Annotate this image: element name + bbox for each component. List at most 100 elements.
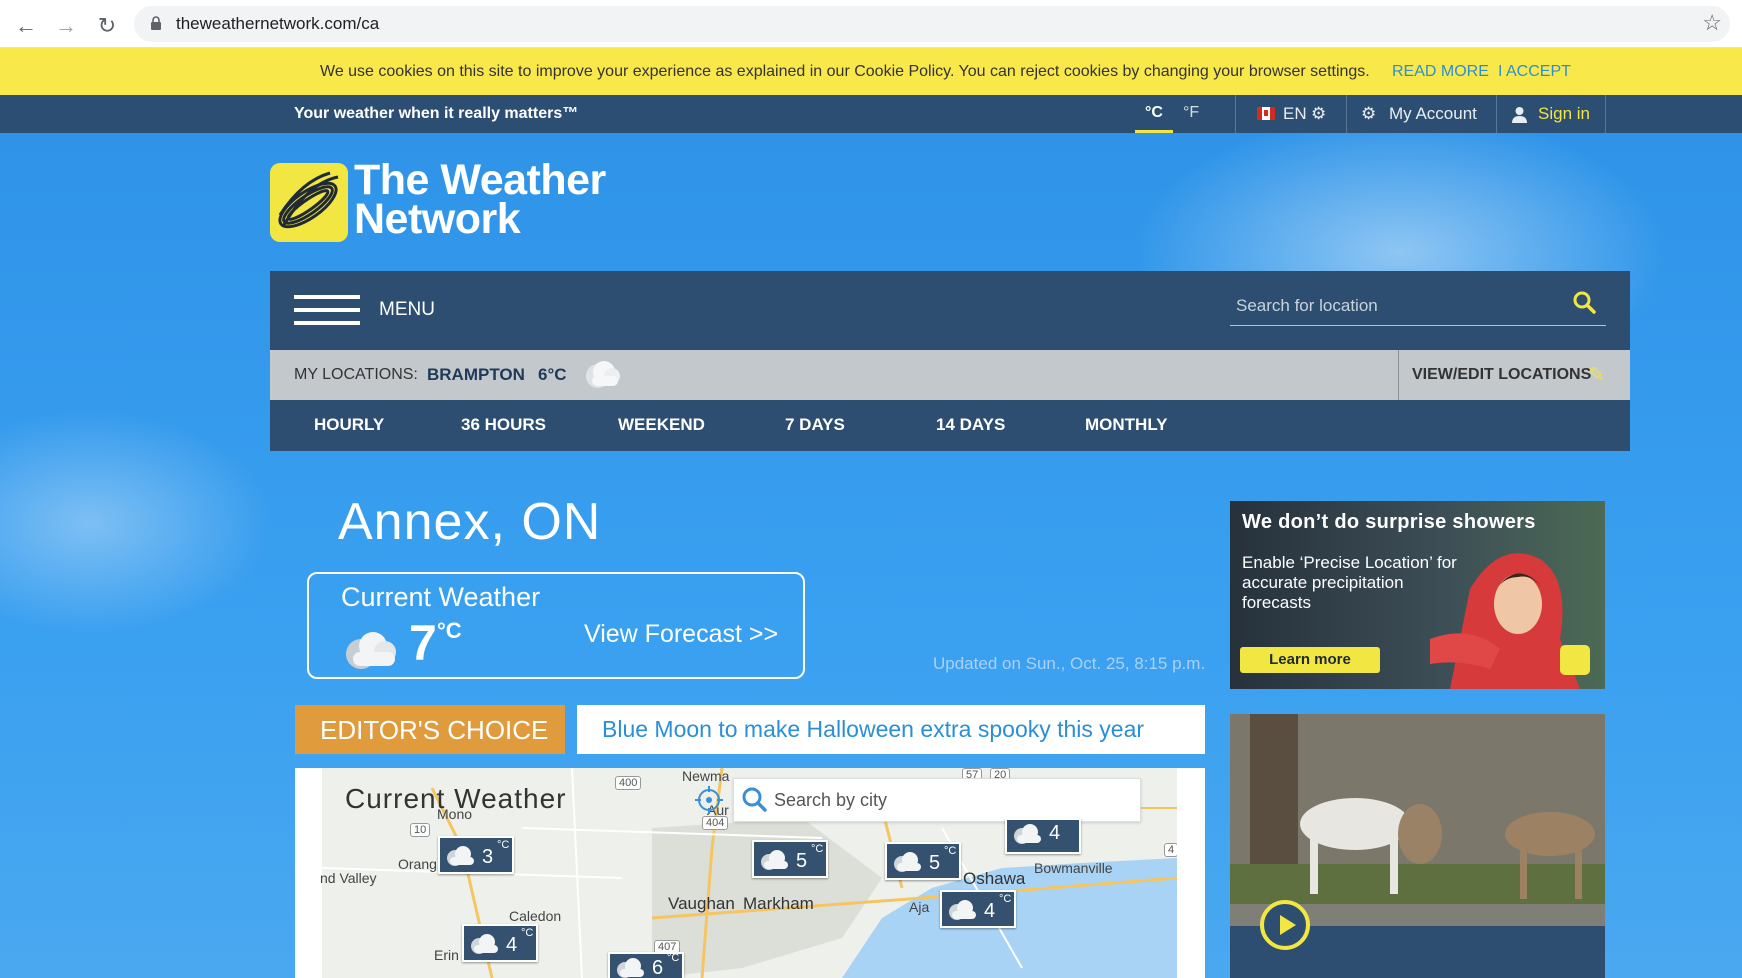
search-icon [742, 787, 767, 812]
unit-fahrenheit-toggle[interactable]: °F [1183, 104, 1199, 122]
view-forecast-link[interactable]: View Forecast >> [584, 620, 778, 649]
canada-flag-icon [1257, 107, 1275, 120]
city-title: Annex, ON [338, 493, 602, 551]
address-bar[interactable]: theweathernetwork.com/ca ☆ [134, 6, 1730, 42]
editors-choice-headline-link[interactable]: Blue Moon to make Halloween extra spooky… [577, 705, 1205, 754]
map-label-oshawa: Oshawa [963, 869, 1026, 888]
marker-unit: °C [497, 839, 510, 851]
cookie-banner: We use cookies on this site to improve y… [0, 48, 1742, 95]
saved-location-city[interactable]: BRAMPTON [427, 365, 525, 385]
marker-unit: °C [999, 893, 1012, 905]
highway-shield: 10 [410, 823, 431, 837]
site-logo-text[interactable]: The Weather Network [354, 159, 606, 241]
my-locations-label: MY LOCATIONS: [294, 366, 418, 383]
ad-title: We don’t do surprise showers [1242, 511, 1536, 533]
back-arrow-icon[interactable]: ← [12, 12, 40, 40]
cloudy-night-icon [894, 852, 921, 872]
forecast-tabs: HOURLY 36 HOURS WEEKEND 7 DAYS 14 DAYS M… [270, 400, 1630, 451]
weather-network-logo-icon[interactable] [270, 163, 348, 242]
video-thumbnail[interactable] [1230, 714, 1605, 978]
main-nav-bar: MENU [270, 271, 1630, 350]
divider [1346, 95, 1347, 133]
cloudy-night-icon [586, 361, 620, 388]
tab-14-days[interactable]: 14 DAYS [936, 415, 1005, 435]
marker-unit: °C [944, 845, 957, 857]
ad-body: Enable ‘Precise Location’ for accurate p… [1242, 553, 1457, 612]
tab-hourly[interactable]: HOURLY [314, 415, 384, 435]
divider [1605, 95, 1606, 133]
learn-more-button[interactable]: Learn more [1240, 647, 1380, 673]
unit-celsius-toggle[interactable]: °C [1135, 104, 1173, 133]
updated-timestamp: Updated on Sun., Oct. 25, 8:15 p.m. [933, 654, 1206, 673]
cloudy-night-icon [761, 850, 788, 870]
reload-icon[interactable]: ↻ [93, 12, 121, 40]
tagline: Your weather when it really matters™ [294, 105, 579, 122]
marker-unit: °C [667, 952, 680, 964]
play-icon[interactable] [1260, 900, 1310, 950]
divider [1496, 95, 1497, 133]
marker-temp: 4 [984, 900, 996, 922]
map-temp-marker[interactable]: 5 °C [885, 842, 961, 880]
saved-location-temp: 6°C [538, 365, 567, 384]
language-selector[interactable]: EN [1283, 104, 1307, 124]
cloudy-night-icon [471, 934, 498, 954]
weather-network-logo-icon [1560, 645, 1590, 675]
gear-icon: ⚙ [1361, 104, 1377, 123]
marker-temp: 5 [929, 852, 941, 874]
tab-36-hours[interactable]: 36 HOURS [461, 415, 546, 435]
tab-weekend[interactable]: WEEKEND [618, 415, 705, 435]
marker-unit: °C [521, 927, 534, 939]
marker-temp: 5 [796, 850, 808, 872]
lock-icon [151, 16, 161, 30]
cookie-message: We use cookies on this site to improve y… [320, 63, 1370, 80]
cloudy-night-icon [346, 632, 396, 669]
cloudy-night-icon [447, 846, 474, 866]
divider [1398, 350, 1399, 400]
bookmark-star-icon[interactable]: ☆ [1702, 10, 1722, 36]
highway-shield: 400 [615, 776, 642, 790]
marker-temp: 4 [506, 934, 518, 956]
map-temp-marker[interactable]: 5 °C [752, 840, 828, 878]
map-temp-marker[interactable]: 3 °C [438, 836, 514, 874]
current-weather-title: Current Weather [341, 582, 541, 612]
map-temp-marker[interactable]: 6 °C [608, 952, 684, 978]
utility-bar: Your weather when it really matters™ °C … [0, 95, 1742, 133]
map-city-search[interactable]: Search by city [733, 778, 1141, 822]
highway-shield: 404 [702, 816, 729, 830]
view-edit-locations-link[interactable]: VIEW/EDIT LOCATIONS [1412, 366, 1591, 384]
marker-temp: 6 [652, 957, 664, 978]
url-text: theweathernetwork.com/ca [176, 14, 380, 33]
cloudy-night-icon [949, 900, 976, 920]
editors-choice-badge: EDITOR'S CHOICE [295, 705, 565, 754]
location-search-input[interactable] [1230, 286, 1606, 326]
hamburger-menu-icon[interactable] [294, 295, 360, 327]
current-temperature-unit: °C [437, 618, 462, 643]
forward-arrow-icon[interactable]: → [52, 12, 80, 40]
precise-location-ad[interactable]: We don’t do surprise showers Enable ‘Pre… [1230, 501, 1605, 689]
tab-7-days[interactable]: 7 DAYS [785, 415, 845, 435]
cloudy-night-icon [1014, 824, 1041, 844]
sign-in-link[interactable]: Sign in [1538, 104, 1590, 124]
browser-toolbar: ← → ↻ theweathernetwork.com/ca ☆ [0, 0, 1742, 48]
map-label-erin: Erin [434, 947, 459, 963]
map-temp-marker[interactable]: 4 [1005, 818, 1081, 854]
my-account-link[interactable]: My Account [1389, 104, 1477, 124]
map-label-markham: Markham [743, 894, 814, 913]
gear-icon[interactable]: ⚙ [1311, 104, 1326, 124]
tab-monthly[interactable]: MONTHLY [1085, 415, 1168, 435]
map-temp-marker[interactable]: 4 °C [940, 890, 1016, 928]
cookie-read-more-link[interactable]: READ MORE [1392, 63, 1489, 81]
marker-temp: 4 [1049, 822, 1061, 844]
cookie-accept-link[interactable]: I ACCEPT [1498, 63, 1571, 81]
map-label-orangeville: Orang [398, 856, 437, 872]
map-label-vaughan: Vaughan [668, 894, 735, 913]
search-icon[interactable] [1572, 290, 1598, 316]
map-temp-marker[interactable]: 4 °C [462, 924, 538, 962]
map-label-valley: nd Valley [320, 870, 377, 886]
locate-me-icon[interactable] [694, 785, 724, 815]
my-locations-bar: MY LOCATIONS: BRAMPTON 6°C VIEW/EDIT LOC… [270, 350, 1630, 400]
pencil-icon[interactable]: ✎ [1588, 362, 1605, 387]
map-label-ajax: Aja [909, 899, 930, 915]
menu-button[interactable]: MENU [379, 299, 435, 321]
current-weather-card[interactable]: Current Weather 7 °C View Forecast >> [307, 572, 805, 679]
